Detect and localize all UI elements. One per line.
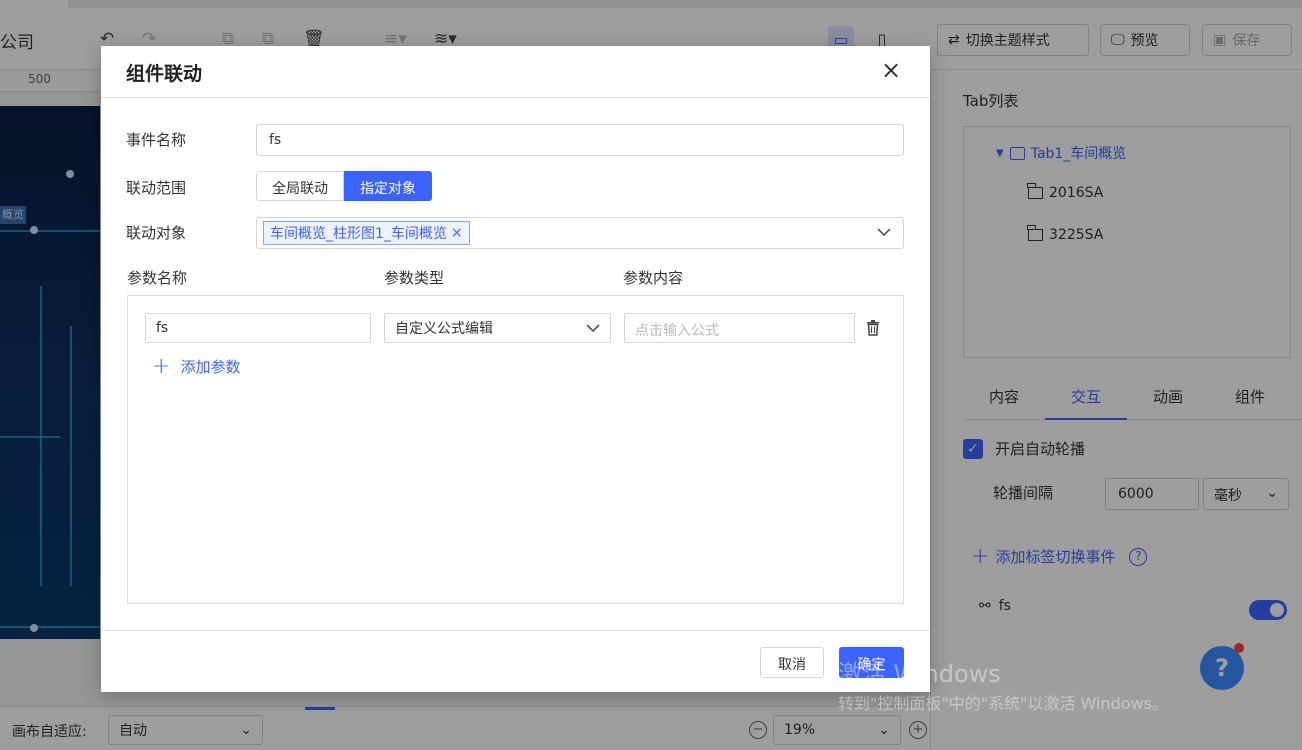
- scope-segmented: 全局联动 指定对象: [256, 171, 432, 201]
- chevron-down-icon: [877, 228, 891, 237]
- windows-activation-watermark: 激活 Windows: [838, 660, 1001, 688]
- footer-divider: [101, 630, 930, 631]
- param-type-select[interactable]: 自定义公式编辑: [384, 313, 611, 343]
- target-tag-label: 车间概览_柱形图1_车间概览: [270, 226, 447, 242]
- scope-specified-button[interactable]: 指定对象: [344, 171, 432, 201]
- component-linkage-dialog: 组件联动 × 事件名称 fs 联动范围 全局联动 指定对象 联动对象 车间概览_…: [101, 46, 930, 692]
- target-label: 联动对象: [126, 224, 187, 242]
- param-content-header: 参数内容: [623, 269, 684, 287]
- trash-icon[interactable]: [866, 320, 880, 336]
- chevron-down-icon: [586, 324, 600, 333]
- cancel-button[interactable]: 取消: [760, 647, 824, 678]
- dialog-title: 组件联动: [126, 63, 203, 85]
- event-name-input[interactable]: fs: [256, 124, 904, 156]
- header-divider: [101, 97, 930, 98]
- params-table: fs 自定义公式编辑 点击输入公式 + 添加参数: [127, 295, 904, 604]
- param-type-header: 参数类型: [384, 269, 445, 287]
- param-content-input[interactable]: 点击输入公式: [624, 313, 855, 343]
- scope-label: 联动范围: [126, 179, 187, 197]
- plus-icon: +: [152, 353, 171, 379]
- add-param-label: 添加参数: [180, 358, 241, 376]
- param-name-header: 参数名称: [127, 269, 188, 287]
- target-tag: 车间概览_柱形图1_车间概览 ×: [263, 221, 470, 245]
- windows-activation-hint: 转到"控制面板"中的"系统"以激活 Windows。: [838, 694, 1168, 713]
- param-name-input[interactable]: fs: [145, 313, 371, 343]
- target-select[interactable]: 车间概览_柱形图1_车间概览 ×: [256, 217, 904, 249]
- scope-global-button[interactable]: 全局联动: [256, 171, 344, 201]
- close-icon[interactable]: ×: [879, 58, 903, 82]
- param-type-value: 自定义公式编辑: [395, 321, 493, 337]
- tag-close-icon[interactable]: ×: [451, 225, 463, 241]
- add-param-button[interactable]: + 添加参数: [152, 353, 241, 379]
- event-name-label: 事件名称: [126, 131, 187, 149]
